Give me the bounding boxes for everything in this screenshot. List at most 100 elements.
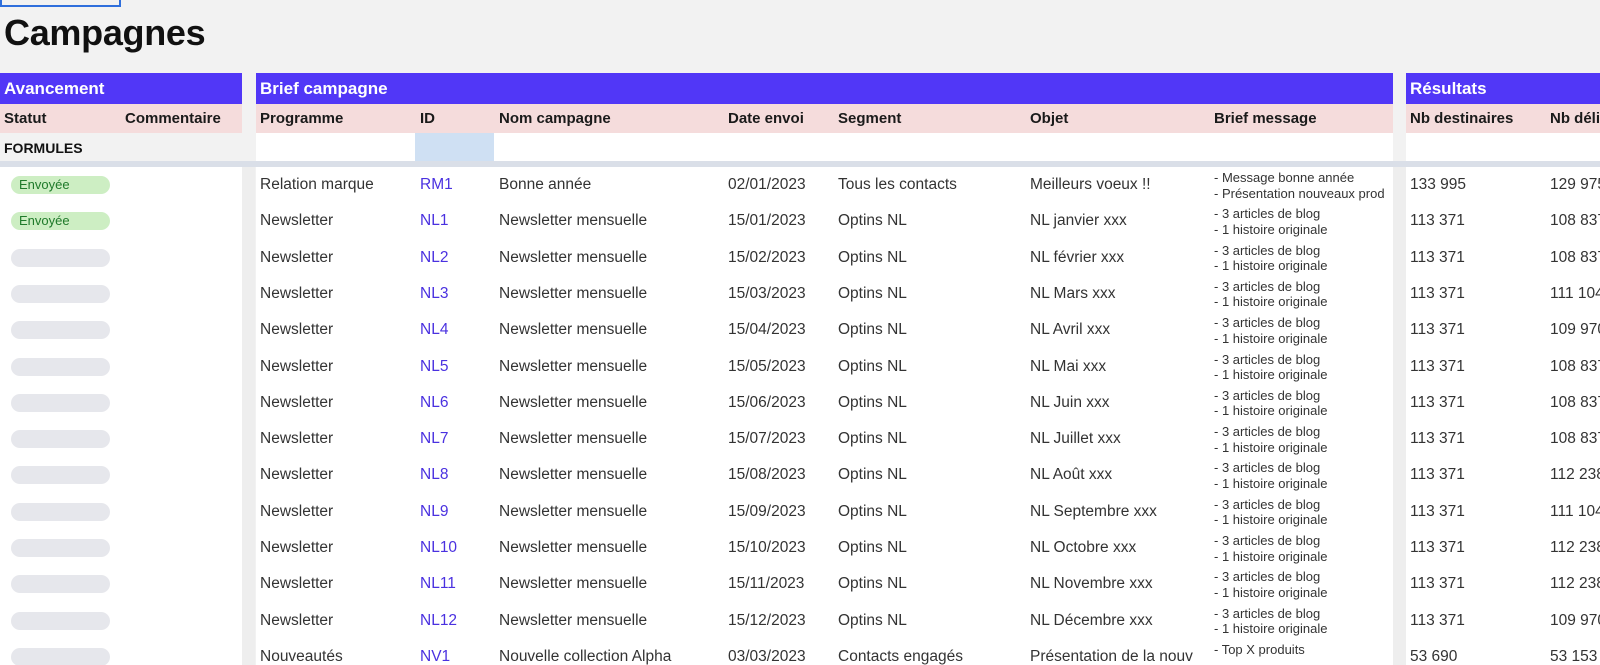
status-badge[interactable] <box>11 539 110 557</box>
cell-id-link[interactable]: RM1 <box>420 167 495 203</box>
cell-brief-message: - 3 articles de blog - 1 histoire origina… <box>1214 388 1410 419</box>
table-row[interactable]: Newsletter NL10 Newsletter mensuelle 15/10/… <box>0 530 1600 566</box>
status-badge[interactable] <box>11 466 110 485</box>
cell-id-link[interactable]: NL9 <box>420 494 495 530</box>
cell-segment: Optins NL <box>838 575 907 593</box>
cell-nb-delivres: 108 837 <box>1550 248 1600 266</box>
status-badge[interactable] <box>11 430 110 449</box>
brief-line-1: - Message bonne année <box>1214 170 1355 185</box>
cell-nom-campagne: Newsletter mensuelle <box>499 393 648 411</box>
status-badge[interactable] <box>11 575 110 594</box>
col-header-date-envoi[interactable]: Date envoi <box>728 104 804 133</box>
formules-label: FORMULES <box>4 140 83 156</box>
cell-objet: NL Septembre xxx <box>1030 502 1157 520</box>
formules-row-resultats[interactable] <box>1406 133 1600 163</box>
brief-line-2: - 1 histoire originale <box>1214 258 1328 274</box>
cell-date-envoi: 03/03/2023 <box>728 647 806 665</box>
cell-brief-message: - 3 articles de blog - 1 histoire origina… <box>1214 460 1410 491</box>
cell-nom-campagne: Newsletter mensuelle <box>499 611 648 629</box>
table-row[interactable]: Newsletter NL5 Newsletter mensuelle 15/05/2… <box>0 349 1600 385</box>
status-badge[interactable] <box>11 357 110 376</box>
cell-objet: NL Mars xxx <box>1030 284 1116 302</box>
cell-id-link[interactable]: NL10 <box>420 530 495 566</box>
table-row[interactable]: Newsletter NL6 Newsletter mensuelle 15/06/2… <box>0 385 1600 421</box>
cell-date-envoi: 02/01/2023 <box>728 176 806 193</box>
cell-programme: Newsletter <box>260 212 334 230</box>
brief-line-1: - 3 articles de blog <box>1214 533 1321 548</box>
cell-id-link[interactable]: NL2 <box>420 240 495 276</box>
table-row[interactable]: Nouveautés NV1 Nouvelle collection Alpha 03… <box>0 639 1600 665</box>
cell-nom-campagne: Newsletter mensuelle <box>499 502 648 520</box>
table-row[interactable]: Envoyée Newsletter NL1 Newsletter mensuelle… <box>0 203 1600 239</box>
col-header-nb-delivres[interactable]: Nb déli <box>1550 104 1600 133</box>
cell-id-link[interactable]: NL8 <box>420 457 495 493</box>
table-row[interactable]: Newsletter NL8 Newsletter mensuelle 15/08/2… <box>0 457 1600 493</box>
formules-id-cell[interactable] <box>415 133 494 163</box>
status-badge[interactable] <box>11 502 110 521</box>
cell-objet: Meilleurs voeux !! <box>1030 176 1151 193</box>
table-row[interactable]: Newsletter NL11 Newsletter mensuelle 15/11/… <box>0 566 1600 602</box>
table-row[interactable]: Newsletter NL9 Newsletter mensuelle 15/09/2… <box>0 494 1600 530</box>
cell-segment: Optins NL <box>838 502 907 520</box>
col-header-statut[interactable]: Statut <box>4 104 47 133</box>
cell-id-link[interactable]: NL11 <box>420 566 495 602</box>
table-row[interactable]: Newsletter NL2 Newsletter mensuelle 15/02/2… <box>0 240 1600 276</box>
section-resultats[interactable]: Résultats <box>1406 73 1600 104</box>
cell-objet: NL Avril xxx <box>1030 321 1111 339</box>
col-header-commentaire[interactable]: Commentaire <box>125 104 221 133</box>
section-brief-campagne[interactable]: Brief campagne <box>256 73 1393 104</box>
cell-objet: NL Décembre xxx <box>1030 611 1153 629</box>
brief-line-2: - 1 histoire originale <box>1214 403 1328 419</box>
brief-line-2: - 1 histoire originale <box>1214 221 1328 237</box>
status-badge[interactable] <box>11 611 110 630</box>
cell-id-link[interactable]: NL6 <box>420 385 495 421</box>
col-header-programme[interactable]: Programme <box>260 104 343 133</box>
cell-nom-campagne: Newsletter mensuelle <box>499 575 648 593</box>
col-header-objet[interactable]: Objet <box>1030 104 1068 133</box>
col-header-nb-destinataires[interactable]: Nb destinaires <box>1410 104 1513 133</box>
cell-nb-delivres: 108 837 <box>1550 212 1600 230</box>
cell-nb-destinataires: 113 371 <box>1410 611 1465 629</box>
status-badge[interactable] <box>11 284 110 303</box>
cell-objet: NL Juin xxx <box>1030 393 1110 411</box>
table-row[interactable]: Newsletter NL12 Newsletter mensuelle 15/12/… <box>0 603 1600 639</box>
cell-objet: NL Octobre xxx <box>1030 539 1137 556</box>
cell-nom-campagne: Bonne année <box>499 176 592 193</box>
status-badge[interactable] <box>11 647 110 665</box>
brief-line-1: - 3 articles de blog <box>1214 605 1321 621</box>
section-avancement[interactable]: Avancement <box>0 73 242 104</box>
col-header-segment[interactable]: Segment <box>838 104 901 133</box>
col-header-nom-campagne[interactable]: Nom campagne <box>499 104 611 133</box>
cell-id-link[interactable]: NL5 <box>420 349 495 385</box>
cell-programme: Newsletter <box>260 611 334 629</box>
cell-id-link[interactable]: NL4 <box>420 312 495 348</box>
status-badge[interactable] <box>11 248 110 267</box>
cell-id-link[interactable]: NL7 <box>420 421 495 457</box>
cell-nb-destinataires: 113 371 <box>1410 575 1465 593</box>
table-row[interactable]: Envoyée Relation marque RM1 Bonne année 02/0… <box>0 167 1600 203</box>
cell-nb-delivres: 111 104 <box>1550 284 1600 302</box>
cell-date-envoi: 15/11/2023 <box>728 575 805 593</box>
col-header-brief-message[interactable]: Brief message <box>1214 104 1317 133</box>
brief-line-2: - Présentation nouveaux prod <box>1214 185 1385 201</box>
table-row[interactable]: Newsletter NL4 Newsletter mensuelle 15/04/2… <box>0 312 1600 348</box>
cell-id-link[interactable]: NL3 <box>420 276 495 312</box>
brief-line-1: - 3 articles de blog <box>1214 496 1321 512</box>
status-badge[interactable]: Envoyée <box>11 212 110 231</box>
status-badge[interactable] <box>11 393 110 412</box>
cell-nb-delivres: 108 837 <box>1550 357 1600 375</box>
status-badge[interactable] <box>11 321 110 340</box>
cell-objet: NL Novembre xxx <box>1030 575 1153 593</box>
cell-segment: Optins NL <box>838 321 907 339</box>
cell-id-link[interactable]: NV1 <box>420 639 495 665</box>
cell-nb-delivres: 112 238 <box>1550 466 1600 484</box>
table-row[interactable]: Newsletter NL3 Newsletter mensuelle 15/03/2… <box>0 276 1600 312</box>
brief-line-2: - 1 histoire originale <box>1214 621 1328 637</box>
cell-id-link[interactable]: NL12 <box>420 603 495 639</box>
brief-line-1: - Top X produits <box>1214 641 1305 657</box>
table-row[interactable]: Newsletter NL7 Newsletter mensuelle 15/07/2… <box>0 421 1600 457</box>
cell-id-link[interactable]: NL1 <box>420 203 495 239</box>
col-header-id[interactable]: ID <box>420 104 435 133</box>
status-badge[interactable]: Envoyée <box>11 176 110 194</box>
cell-brief-message: - 3 articles de blog - 1 histoire origina… <box>1214 352 1410 383</box>
